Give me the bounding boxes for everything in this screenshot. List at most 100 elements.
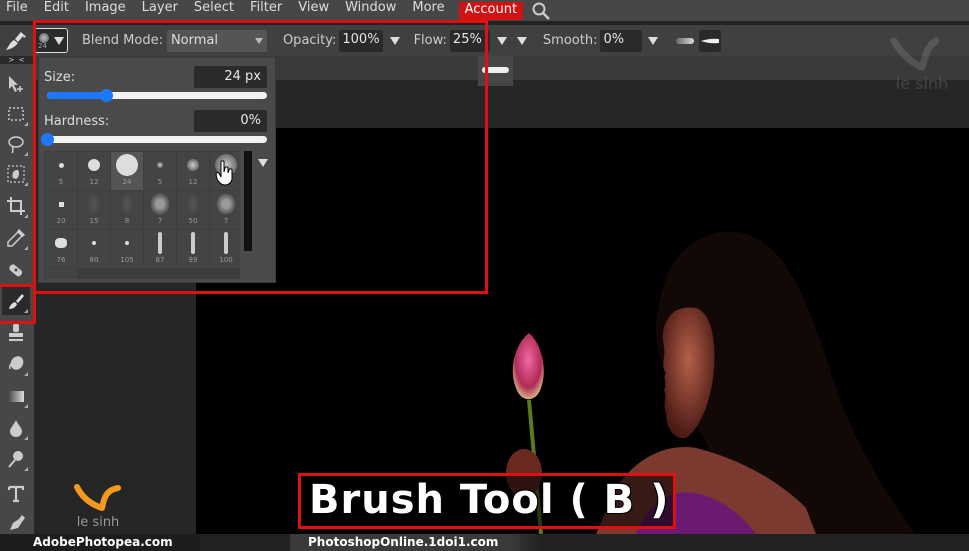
eyedropper-icon [7, 228, 26, 247]
crop-tool[interactable] [2, 192, 30, 220]
move-icon [9, 76, 23, 92]
menu-window[interactable]: Window [339, 0, 406, 21]
brush-preset[interactable]: 105 [111, 230, 143, 268]
tool-preset-button[interactable] [0, 26, 30, 56]
stamp-tool[interactable] [2, 318, 30, 346]
menu-layer[interactable]: Layer [136, 0, 188, 21]
brush-preset[interactable]: 87 [144, 230, 176, 268]
brush-preset-grid: 512245122420158750776801058799100 [44, 151, 240, 279]
brush-preset[interactable]: 99 [177, 230, 209, 268]
brush-preset-size: 20 [56, 217, 66, 225]
pressure-size-toggle[interactable] [699, 29, 722, 52]
brush-icon [9, 294, 24, 309]
brush-preset[interactable]: 100 [210, 230, 240, 268]
menu-file[interactable]: File [0, 0, 38, 21]
opacity-label: Opacity: [282, 33, 337, 48]
menu-filter[interactable]: Filter [244, 0, 292, 21]
search-icon [532, 2, 550, 20]
quick-select-tool[interactable] [2, 160, 30, 188]
panel-tab[interactable] [478, 56, 513, 86]
size-slider[interactable] [47, 89, 267, 102]
flow-dropdown-icon[interactable] [496, 36, 507, 45]
brush-preset[interactable]: 8 [111, 191, 143, 229]
search-button[interactable] [529, 0, 553, 21]
menu-image[interactable]: Image [79, 0, 136, 21]
eraser-tool[interactable] [2, 350, 30, 378]
brush-menu-icon[interactable] [258, 159, 268, 167]
brush-preset-size: 50 [188, 217, 198, 225]
size-slider-thumb[interactable] [100, 89, 114, 102]
move-tool[interactable] [2, 70, 30, 98]
brush-preset-preview [55, 230, 67, 256]
brush-preset[interactable] [45, 269, 77, 279]
smooth-dropdown-icon[interactable] [648, 36, 659, 45]
blend-mode-label: Blend Mode: [82, 33, 163, 48]
pressure-opacity-toggle[interactable] [676, 37, 695, 44]
pen-icon [10, 515, 25, 530]
brush-preset-preview [59, 269, 63, 279]
brush-preset-preview [58, 191, 64, 217]
eyedropper-tool[interactable] [2, 224, 30, 252]
brush-preset-preview [158, 230, 162, 256]
hardness-slider-thumb[interactable] [41, 133, 54, 146]
brush-preset-size: 24 [122, 178, 132, 186]
footer-mid-text: PhotoshopOnline.1doi1.com [308, 535, 499, 549]
size-input[interactable]: 24 px [194, 66, 267, 88]
brush-tool[interactable] [2, 287, 30, 315]
smooth-input[interactable]: 0% [600, 29, 643, 52]
brush-tip-shape [224, 232, 228, 254]
brush-tip-shape [191, 232, 195, 254]
brush-preset-popup: Size: 24 px Hardness: 0% 512245122420158… [38, 57, 276, 283]
brush-preset[interactable]: 80 [78, 230, 110, 268]
crop-icon [7, 197, 25, 215]
lasso-tool[interactable] [2, 130, 30, 158]
rect-select-tool[interactable] [2, 100, 30, 128]
brush-preset[interactable]: 12 [177, 152, 209, 190]
menu-edit[interactable]: Edit [38, 0, 79, 21]
blend-mode-select[interactable]: Normal [166, 29, 267, 52]
brush-preset[interactable]: 15 [78, 191, 110, 229]
brush-grid-scrollbar[interactable] [244, 151, 252, 251]
brush-preset-preview [116, 152, 138, 178]
opacity-input[interactable]: 100% [339, 29, 383, 52]
tools-panel: > < [0, 56, 34, 534]
flow-input[interactable]: 25% [449, 29, 490, 52]
brush-preset[interactable]: 76 [45, 230, 77, 268]
hardness-slider[interactable] [41, 133, 267, 146]
logo-text: le sinh [896, 74, 948, 93]
brush-preset[interactable]: 5 [144, 152, 176, 190]
brush-tip-shape [88, 159, 100, 171]
menu-select[interactable]: Select [188, 0, 244, 21]
brush-preset-preview [88, 152, 100, 178]
brush-preset-preview [224, 230, 228, 256]
type-tool[interactable] [2, 480, 30, 508]
smooth-label: Smooth: [542, 33, 598, 48]
opacity-dropdown-icon[interactable] [389, 36, 400, 45]
brush-preset[interactable]: 12 [78, 152, 110, 190]
hardness-input[interactable]: 0% [194, 110, 267, 132]
brush-preset-picker[interactable]: 24 [34, 28, 68, 53]
caption-title: Brush Tool ( B ) [309, 477, 670, 523]
chevron-down-icon [54, 36, 64, 45]
brush-preset[interactable]: 24 [111, 152, 143, 190]
collapse-toolbar-button[interactable]: > < [0, 56, 34, 64]
brush-preset[interactable]: 7 [210, 191, 240, 229]
menu-view[interactable]: View [292, 0, 339, 21]
brush-tip-shape [55, 238, 67, 248]
pen-tool[interactable] [2, 508, 30, 536]
brush-tip-shape [151, 194, 169, 214]
brush-preset-preview [157, 152, 163, 178]
dodge-tool[interactable] [2, 445, 30, 473]
type-icon [7, 485, 25, 503]
account-button[interactable]: Account [458, 1, 524, 20]
menu-more[interactable]: More [406, 0, 454, 21]
airbrush-dropdown-icon[interactable] [516, 36, 527, 45]
healing-tool[interactable] [2, 256, 30, 284]
gradient-tool[interactable] [2, 382, 30, 410]
blur-tool[interactable] [2, 414, 30, 442]
brush-preset[interactable]: 7 [144, 191, 176, 229]
brush-preset[interactable]: 5 [45, 152, 77, 190]
brush-preset[interactable]: 50 [177, 191, 209, 229]
brush-preset[interactable]: 20 [45, 191, 77, 229]
brush-preset-size: 76 [56, 256, 66, 264]
